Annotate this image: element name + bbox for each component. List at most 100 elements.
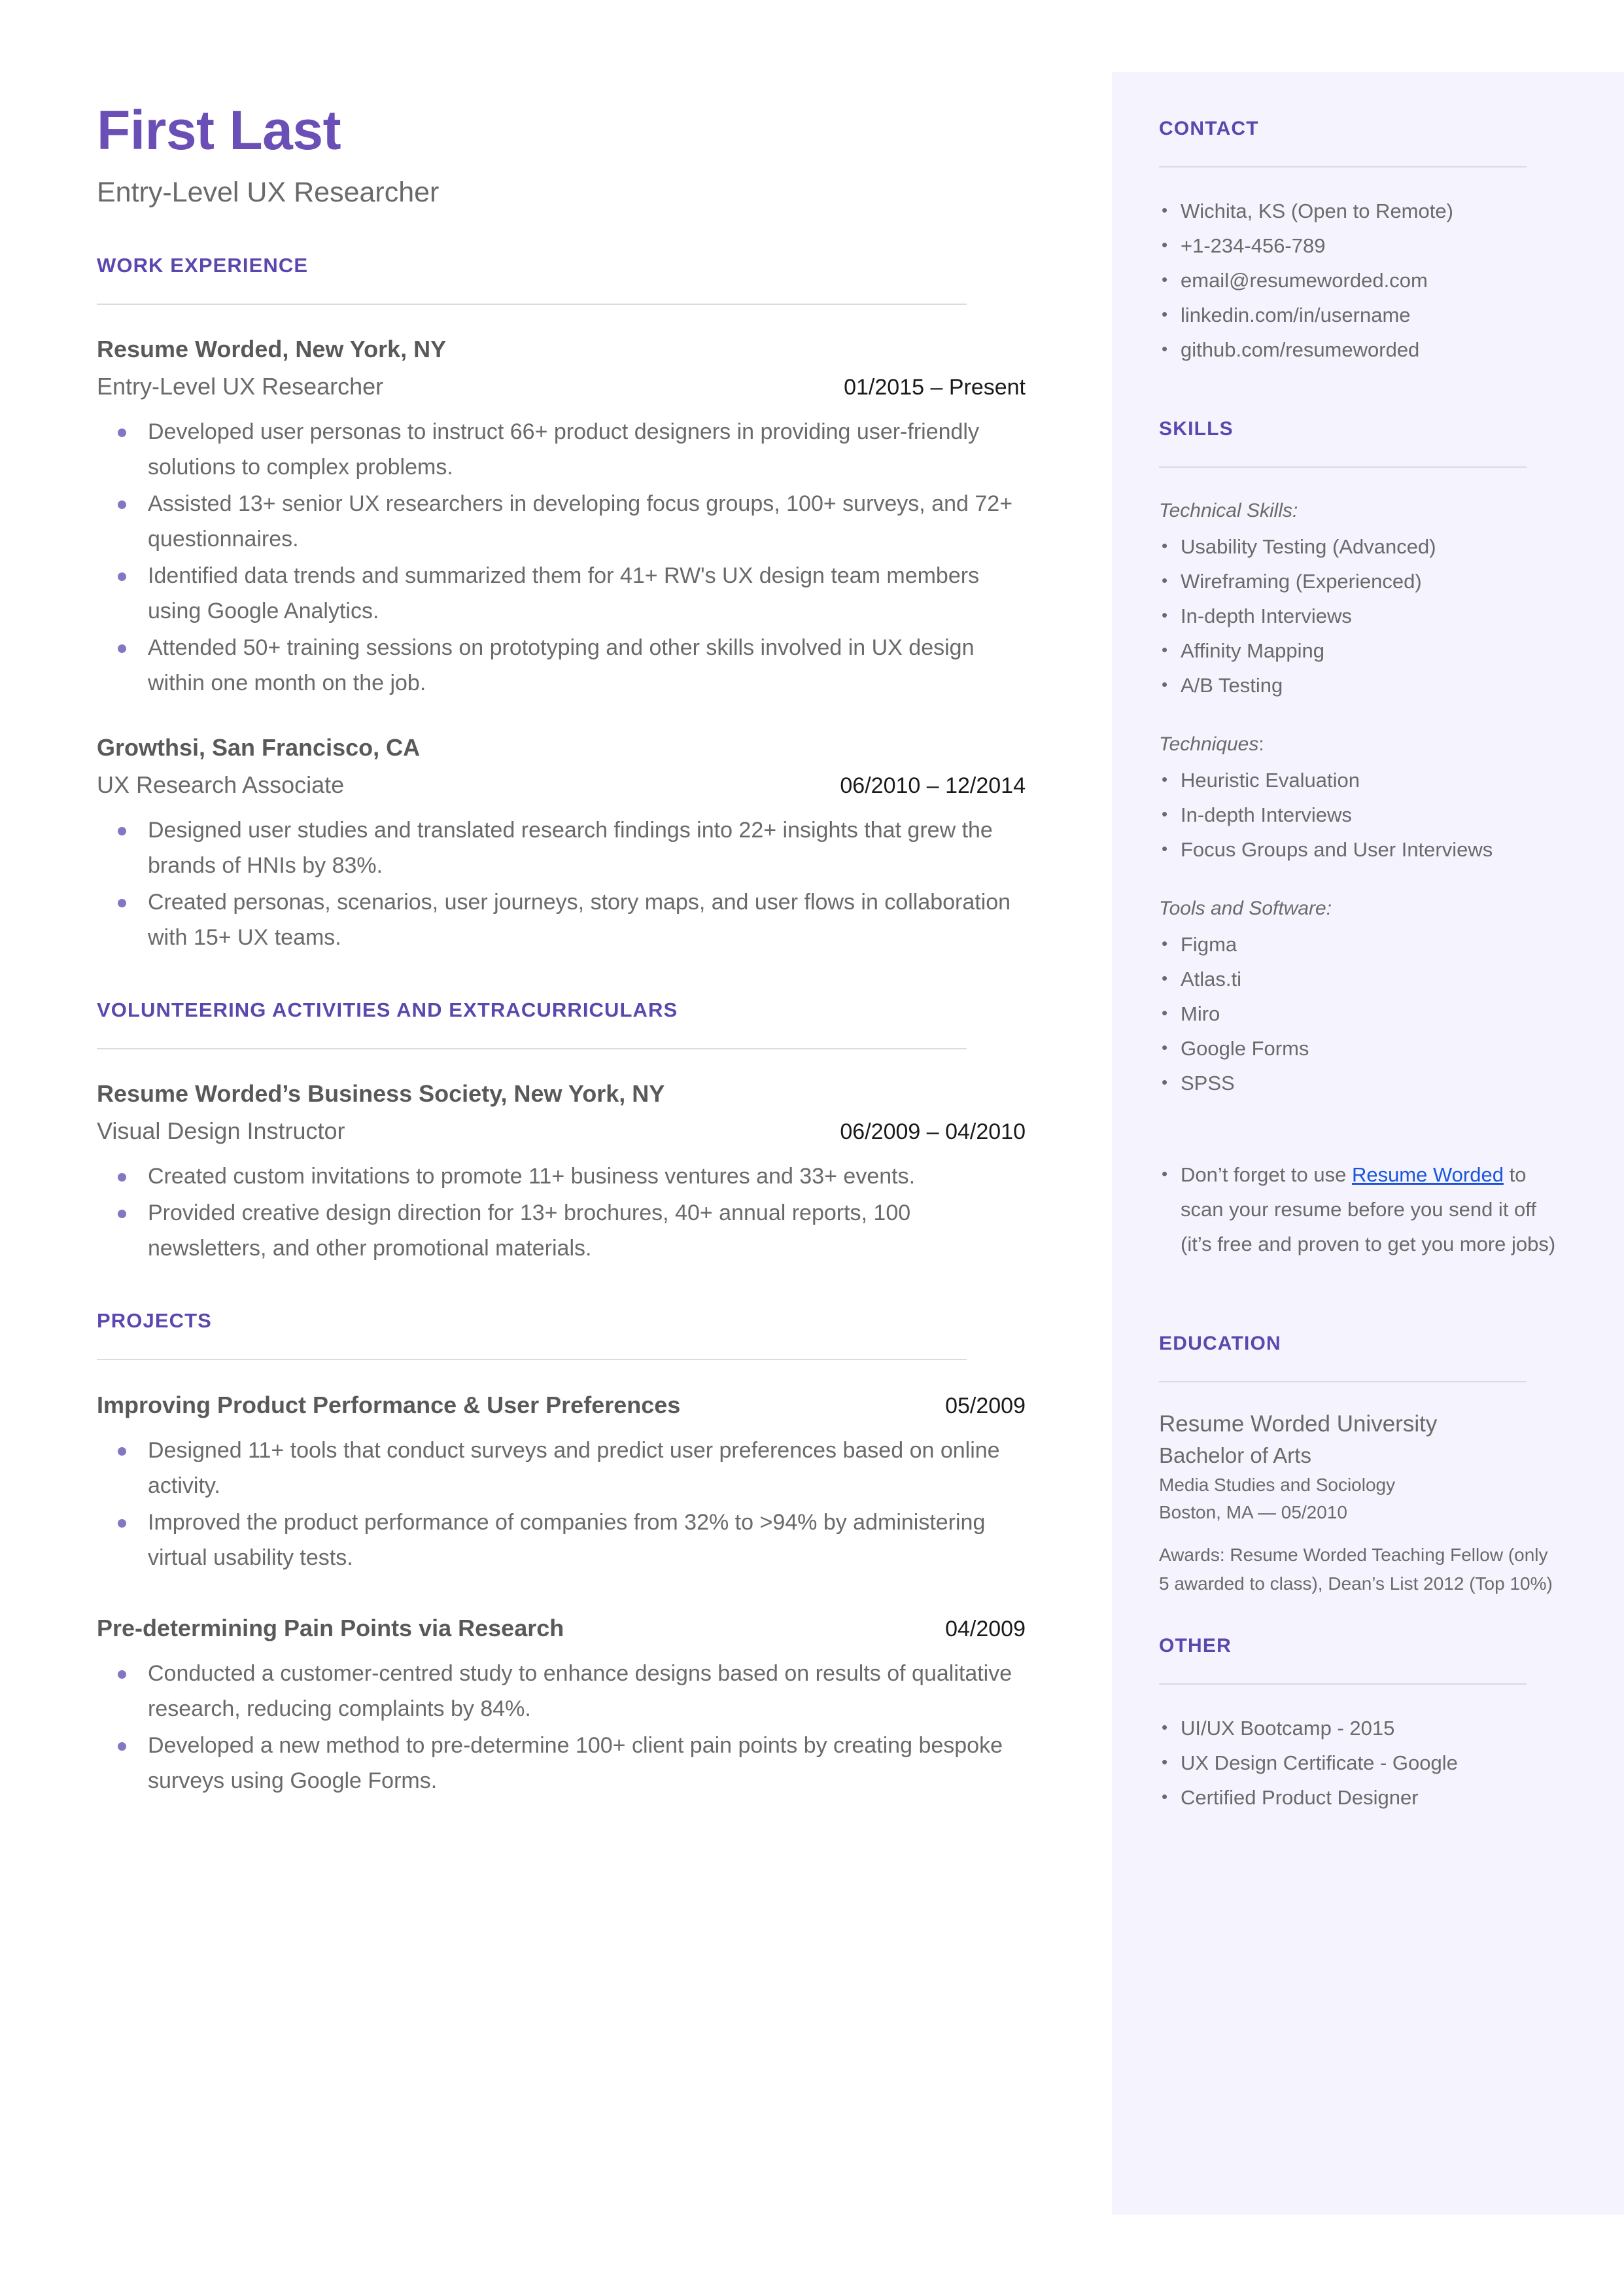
other-list: UI/UX Bootcamp - 2015 UX Design Certific…: [1159, 1710, 1562, 1815]
work-entry: Growthsi, San Francisco, CA UX Research …: [97, 732, 1026, 955]
list-item: Improved the product performance of comp…: [97, 1505, 1018, 1575]
list-item: Focus Groups and User Interviews: [1159, 832, 1562, 867]
list-item: Designed user studies and translated res…: [97, 813, 1018, 883]
project-row: Improving Product Performance & User Pre…: [97, 1389, 1026, 1422]
project-name: Pre-determining Pain Points via Research: [97, 1615, 564, 1641]
entry-row: UX Research Associate 06/2010 – 12/2014: [97, 769, 1026, 802]
project-date: 04/2009: [945, 1617, 1026, 1641]
entry-dates: 06/2009 – 04/2010: [840, 1119, 1026, 1144]
list-item: UX Design Certificate - Google: [1159, 1745, 1562, 1780]
page-title: First Last: [97, 99, 341, 161]
entry-organization: Resume Worded, New York, NY: [97, 336, 447, 362]
list-item: Heuristic Evaluation: [1159, 762, 1562, 797]
contact-heading: CONTACT: [1159, 118, 1259, 139]
list-item: Developed a new method to pre-determine …: [97, 1728, 1018, 1798]
list-item: email@resumeworded.com: [1159, 262, 1562, 298]
skills-group-label-technical: Technical Skills:: [1159, 500, 1298, 521]
list-item: linkedin.com/in/username: [1159, 297, 1562, 332]
project-bullets: Designed 11+ tools that conduct surveys …: [97, 1433, 1026, 1575]
list-item: Affinity Mapping: [1159, 633, 1562, 668]
other-divider: [1159, 1683, 1527, 1685]
list-item: Designed 11+ tools that conduct surveys …: [97, 1433, 1018, 1503]
section-projects: PROJECTS Improving Product Performance &…: [97, 1309, 1026, 1798]
list-item: Identified data trends and summarized th…: [97, 558, 1018, 629]
list-item: UI/UX Bootcamp - 2015: [1159, 1710, 1562, 1745]
list-item: Google Forms: [1159, 1030, 1562, 1066]
list-item: Miro: [1159, 996, 1562, 1031]
list-item: Atlas.ti: [1159, 961, 1562, 996]
projects-heading: PROJECTS: [97, 1309, 212, 1332]
education-awards: Awards: Resume Worded Teaching Fellow (o…: [1159, 1545, 1553, 1594]
list-item: Conducted a customer-centred study to en…: [97, 1656, 1018, 1726]
project-bullets: Conducted a customer-centred study to en…: [97, 1656, 1026, 1798]
other-heading: OTHER: [1159, 1635, 1232, 1656]
list-item: Wichita, KS (Open to Remote): [1159, 193, 1562, 228]
volunteering-heading: VOLUNTEERING ACTIVITIES AND EXTRACURRICU…: [97, 998, 678, 1021]
entry-bullets: Created custom invitations to promote 11…: [97, 1159, 1026, 1266]
project-entry: Improving Product Performance & User Pre…: [97, 1389, 1026, 1575]
skills-list-tools: Figma Atlas.ti Miro Google Forms SPSS: [1159, 926, 1562, 1100]
list-item: +1-234-456-789: [1159, 228, 1562, 263]
project-row: Pre-determining Pain Points via Research…: [97, 1612, 1026, 1645]
project-name: Improving Product Performance & User Pre…: [97, 1392, 681, 1418]
skills-list-technical: Usability Testing (Advanced) Wireframing…: [1159, 529, 1562, 703]
list-item: Figma: [1159, 926, 1562, 962]
resume-worded-link[interactable]: Resume Worded: [1352, 1163, 1504, 1186]
skills-heading: SKILLS: [1159, 418, 1234, 440]
list-item: Provided creative design direction for 1…: [97, 1195, 1018, 1266]
skills-group-label-techniques: Techniques:: [1159, 727, 1562, 762]
main-column: First Last Entry-Level UX Researcher WOR…: [97, 98, 1026, 1804]
project-date: 05/2009: [945, 1393, 1026, 1418]
education-location-date: Boston, MA — 05/2010: [1159, 1502, 1347, 1522]
entry-bullets: Developed user personas to instruct 66+ …: [97, 414, 1026, 701]
entry-role: UX Research Associate: [97, 771, 345, 798]
entry-dates: 01/2015 – Present: [844, 375, 1026, 400]
entry-role: Entry-Level UX Researcher: [97, 373, 384, 400]
list-item: In-depth Interviews: [1159, 598, 1562, 633]
projects-divider: [97, 1359, 967, 1360]
sidebar-section-education: EDUCATION Resume Worded University Bache…: [1159, 1333, 1562, 1598]
list-item: A/B Testing: [1159, 667, 1562, 703]
label-plain: :: [1258, 733, 1264, 755]
list-item: Assisted 13+ senior UX researchers in de…: [97, 486, 1018, 557]
promo-prefix: Don’t forget to use: [1181, 1163, 1352, 1186]
list-item: Developed user personas to instruct 66+ …: [97, 414, 1018, 485]
skills-divider: [1159, 466, 1527, 468]
entry-row: Visual Design Instructor 06/2009 – 04/20…: [97, 1115, 1026, 1148]
education-degree: Bachelor of Arts: [1159, 1443, 1311, 1467]
sidebar: CONTACT Wichita, KS (Open to Remote) +1-…: [1112, 72, 1624, 2215]
entry-organization: Growthsi, San Francisco, CA: [97, 734, 421, 761]
work-experience-divider: [97, 304, 967, 305]
list-item: SPSS: [1159, 1065, 1562, 1100]
list-item: Created personas, scenarios, user journe…: [97, 885, 1018, 955]
list-item: github.com/resumeworded: [1159, 332, 1562, 367]
list-item: Usability Testing (Advanced): [1159, 529, 1562, 564]
entry-role: Visual Design Instructor: [97, 1117, 345, 1144]
volunteering-entry: Resume Worded’s Business Society, New Yo…: [97, 1078, 1026, 1266]
list-item: Attended 50+ training sessions on protot…: [97, 630, 1018, 701]
project-entry: Pre-determining Pain Points via Research…: [97, 1612, 1026, 1798]
sidebar-section-contact: CONTACT Wichita, KS (Open to Remote) +1-…: [1159, 118, 1562, 367]
volunteering-divider: [97, 1048, 967, 1049]
job-title-subtitle: Entry-Level UX Researcher: [97, 177, 440, 208]
sidebar-section-other: OTHER UI/UX Bootcamp - 2015 UX Design Ce…: [1159, 1635, 1562, 1815]
section-volunteering: VOLUNTEERING ACTIVITIES AND EXTRACURRICU…: [97, 998, 1026, 1266]
list-item: Created custom invitations to promote 11…: [97, 1159, 1018, 1194]
entry-dates: 06/2010 – 12/2014: [840, 773, 1026, 798]
education-field: Media Studies and Sociology: [1159, 1475, 1396, 1495]
work-entry: Resume Worded, New York, NY Entry-Level …: [97, 334, 1026, 701]
list-item: Wireframing (Experienced): [1159, 563, 1562, 599]
resume-page: CONTACT Wichita, KS (Open to Remote) +1-…: [0, 0, 1624, 2295]
list-item: Certified Product Designer: [1159, 1779, 1562, 1815]
education-heading: EDUCATION: [1159, 1333, 1281, 1354]
skills-list-techniques: Heuristic Evaluation In-depth Interviews…: [1159, 762, 1562, 867]
label-italic: Techniques: [1159, 733, 1259, 755]
skills-group-label-tools: Tools and Software:: [1159, 898, 1332, 919]
